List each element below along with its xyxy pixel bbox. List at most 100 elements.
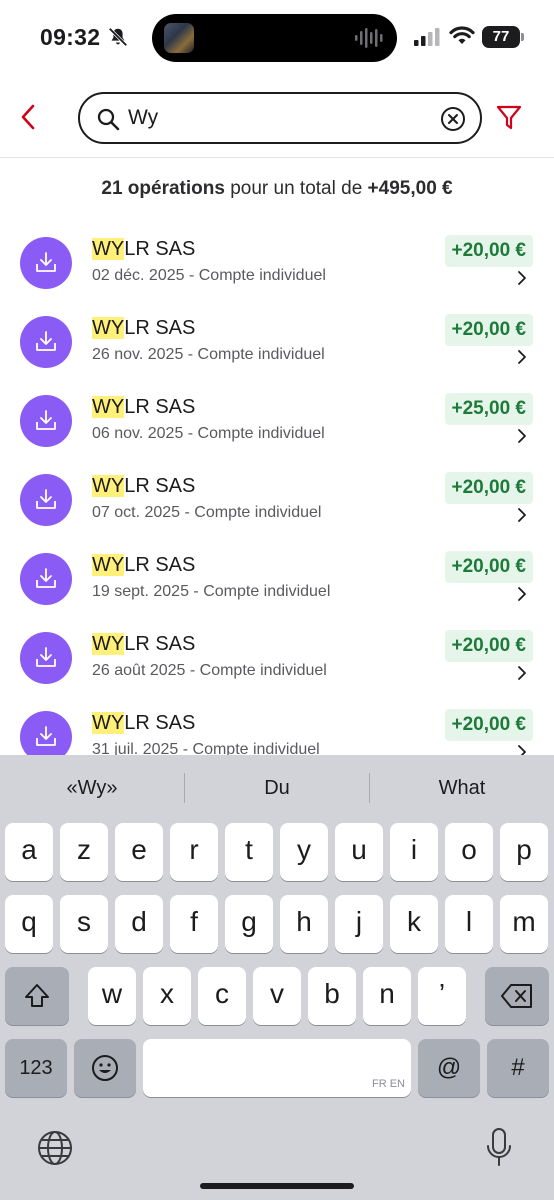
search-bar[interactable] [78, 92, 482, 144]
incoming-transfer-icon [20, 237, 72, 289]
key-i[interactable]: i [390, 823, 438, 881]
incoming-transfer-icon [20, 711, 72, 755]
search-match-highlight: WY [92, 238, 125, 260]
key-r[interactable]: r [170, 823, 218, 881]
emoji-key[interactable] [74, 1039, 136, 1097]
chevron-right-icon [518, 508, 526, 522]
operation-amount: +20,00 € [444, 235, 533, 267]
key-t[interactable]: t [225, 823, 273, 881]
clear-search-icon[interactable] [440, 106, 466, 132]
globe-icon[interactable] [36, 1129, 74, 1167]
incoming-transfer-icon [20, 474, 72, 526]
key-z[interactable]: z [60, 823, 108, 881]
incoming-transfer-icon [20, 395, 72, 447]
chevron-right-icon [518, 350, 526, 364]
operation-date-account: 31 juil. 2025 - Compte individuel [92, 741, 320, 755]
suggestion-1[interactable]: «Wy» [0, 755, 184, 821]
chevron-right-icon [518, 429, 526, 443]
operation-amount: +20,00 € [444, 551, 533, 583]
operations-list: WYLR SAS 02 déc. 2025 - Compte individuel… [0, 221, 554, 755]
key-a[interactable]: a [5, 823, 53, 881]
operation-label-rest: LR SAS [124, 396, 196, 418]
key-d[interactable]: d [115, 895, 163, 953]
operation-label: WYLR SAS [92, 396, 195, 419]
operation-date-account: 26 août 2025 - Compte individuel [92, 662, 327, 679]
microphone-icon[interactable] [484, 1127, 514, 1169]
battery-indicator: 77 [482, 26, 520, 48]
at-key[interactable]: @ [418, 1039, 480, 1097]
key-h[interactable]: h [280, 895, 328, 953]
search-match-highlight: WY [92, 317, 125, 339]
key-q[interactable]: q [5, 895, 53, 953]
results-summary: 21 opérations pour un total de +495,00 € [0, 178, 554, 200]
space-language-hint: FR EN [372, 1078, 405, 1090]
operation-row[interactable]: WYLR SAS 19 sept. 2025 - Compte individue… [0, 537, 554, 616]
incoming-transfer-icon [20, 316, 72, 368]
operation-amount: +20,00 € [444, 314, 533, 346]
ios-keyboard: «Wy» Du What 123 FR EN @ # a z e r t y u… [0, 755, 554, 1200]
key-k[interactable]: k [390, 895, 438, 953]
key-j[interactable]: j [335, 895, 383, 953]
operation-date-account: 06 nov. 2025 - Compte individuel [92, 425, 325, 442]
key-g[interactable]: g [225, 895, 273, 953]
key-l[interactable]: l [445, 895, 493, 953]
key-v[interactable]: v [253, 967, 301, 1025]
hash-key[interactable]: # [487, 1039, 549, 1097]
search-match-highlight: WY [92, 554, 125, 576]
operation-row[interactable]: WYLR SAS 06 nov. 2025 - Compte individuel… [0, 379, 554, 458]
operation-label: WYLR SAS [92, 554, 195, 577]
key-b[interactable]: b [308, 967, 356, 1025]
operation-label: WYLR SAS [92, 238, 195, 261]
key-n[interactable]: n [363, 967, 411, 1025]
operation-label: WYLR SAS [92, 633, 195, 656]
search-match-highlight: WY [92, 396, 125, 418]
key-w[interactable]: w [88, 967, 136, 1025]
chevron-right-icon [518, 666, 526, 680]
suggestion-2[interactable]: Du [185, 755, 369, 821]
backspace-key[interactable] [485, 967, 549, 1025]
key-s[interactable]: s [60, 895, 108, 953]
operation-date-account: 02 déc. 2025 - Compte individuel [92, 267, 326, 284]
key-m[interactable]: m [500, 895, 548, 953]
space-bar[interactable]: FR EN [143, 1039, 411, 1097]
chevron-right-icon [518, 587, 526, 601]
filter-funnel-icon[interactable] [494, 102, 524, 132]
predictive-bar: «Wy» Du What [0, 755, 554, 821]
operation-row[interactable]: WYLR SAS 26 nov. 2025 - Compte individuel… [0, 300, 554, 379]
key-f[interactable]: f [170, 895, 218, 953]
results-summary-text: pour un total de [224, 178, 368, 199]
key-o[interactable]: o [445, 823, 493, 881]
operation-label-rest: LR SAS [124, 475, 196, 497]
operation-row[interactable]: WYLR SAS 26 août 2025 - Compte individuel… [0, 616, 554, 695]
results-total: +495,00 € [367, 178, 453, 199]
key-p[interactable]: p [500, 823, 548, 881]
operation-row[interactable]: WYLR SAS 07 oct. 2025 - Compte individuel… [0, 458, 554, 537]
key-y[interactable]: y [280, 823, 328, 881]
search-input[interactable] [128, 102, 428, 134]
key-e[interactable]: e [115, 823, 163, 881]
operation-row[interactable]: WYLR SAS 02 déc. 2025 - Compte individuel… [0, 221, 554, 300]
operation-label-rest: LR SAS [124, 317, 196, 339]
back-chevron-icon[interactable] [14, 100, 44, 134]
suggestion-3[interactable]: What [370, 755, 554, 821]
operation-amount: +25,00 € [444, 393, 533, 425]
shift-key[interactable] [5, 967, 69, 1025]
operation-row[interactable]: WYLR SAS 31 juil. 2025 - Compte individue… [0, 695, 554, 755]
incoming-transfer-icon [20, 632, 72, 684]
search-icon [97, 108, 120, 131]
operation-label: WYLR SAS [92, 475, 195, 498]
key-u[interactable]: u [335, 823, 383, 881]
key-apostrophe[interactable]: ’ [418, 967, 466, 1025]
numbers-key[interactable]: 123 [5, 1039, 67, 1097]
dynamic-island [152, 14, 397, 62]
operation-date-account: 07 oct. 2025 - Compte individuel [92, 504, 322, 521]
operation-amount: +20,00 € [444, 630, 533, 662]
key-x[interactable]: x [143, 967, 191, 1025]
key-c[interactable]: c [198, 967, 246, 1025]
operation-date-account: 26 nov. 2025 - Compte individuel [92, 346, 325, 363]
incoming-transfer-icon [20, 553, 72, 605]
home-indicator [200, 1183, 354, 1189]
status-bar: 09:32 77 [0, 0, 554, 76]
search-match-highlight: WY [92, 475, 125, 497]
operation-label-rest: LR SAS [124, 238, 196, 260]
